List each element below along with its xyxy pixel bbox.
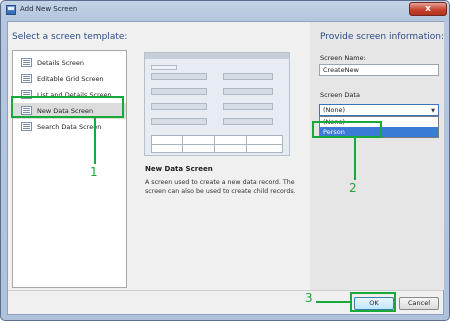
description-text: A screen used to create a new data recor…	[145, 179, 296, 195]
template-list: Details Screen Editable Grid Screen List…	[12, 50, 127, 288]
template-item-details[interactable]: Details Screen	[13, 55, 126, 71]
close-button[interactable]: x	[409, 2, 447, 16]
preview-grid-line	[182, 136, 183, 152]
annotation-line-3	[316, 301, 350, 303]
dialog-window: Add New Screen x Select a screen templat…	[0, 0, 450, 321]
preview-field	[223, 118, 273, 125]
annotation-line-1	[94, 118, 96, 164]
app-icon	[6, 5, 16, 15]
chevron-down-icon[interactable]: ▼	[431, 108, 435, 115]
preview-field	[151, 73, 207, 80]
annotation-number-3: 3	[305, 291, 313, 305]
screen-name-label: Screen Name:	[320, 54, 366, 62]
screen-data-selected: (None)	[323, 106, 346, 114]
preview-field	[223, 88, 273, 95]
preview-caption	[151, 65, 177, 70]
description-title: New Data Screen	[145, 165, 213, 173]
annotation-box-person	[312, 121, 382, 138]
template-label: Details Screen	[37, 59, 84, 67]
annotation-number-1: 1	[90, 165, 98, 179]
template-header: Select a screen template:	[12, 32, 128, 42]
preview-grid	[151, 135, 283, 153]
search-data-icon	[21, 122, 32, 131]
template-item-editable-grid[interactable]: Editable Grid Screen	[13, 71, 126, 87]
annotation-number-2: 2	[349, 181, 357, 195]
template-label: Search Data Screen	[37, 123, 102, 131]
annotation-box-template	[11, 96, 124, 118]
preview-field	[151, 103, 207, 110]
preview-grid-line	[246, 136, 247, 152]
annotation-line-2	[354, 138, 356, 180]
window-title: Add New Screen	[20, 5, 78, 13]
screen-info-header: Provide screen information:	[320, 32, 444, 42]
details-screen-icon	[21, 58, 32, 67]
dialog-client: Select a screen template: Details Screen…	[7, 21, 444, 315]
preview-grid-line	[214, 136, 215, 152]
grid-screen-icon	[21, 74, 32, 83]
screen-name-input[interactable]: CreateNew	[319, 64, 439, 76]
preview-field	[151, 88, 207, 95]
template-label: Editable Grid Screen	[37, 75, 104, 83]
screen-info-panel: Provide screen information:	[310, 22, 444, 290]
annotation-box-ok	[350, 292, 396, 312]
title-bar[interactable]: Add New Screen x	[1, 1, 449, 21]
preview-header-bar	[145, 53, 289, 59]
screen-data-label: Screen Data	[320, 91, 360, 99]
screen-data-dropdown[interactable]: (None) ▼	[319, 104, 439, 116]
preview-field	[223, 73, 273, 80]
preview-field	[223, 103, 273, 110]
preview-field	[151, 118, 207, 125]
template-item-search-data[interactable]: Search Data Screen	[13, 119, 126, 135]
cancel-button[interactable]: Cancel	[399, 297, 439, 310]
template-preview	[144, 52, 290, 156]
